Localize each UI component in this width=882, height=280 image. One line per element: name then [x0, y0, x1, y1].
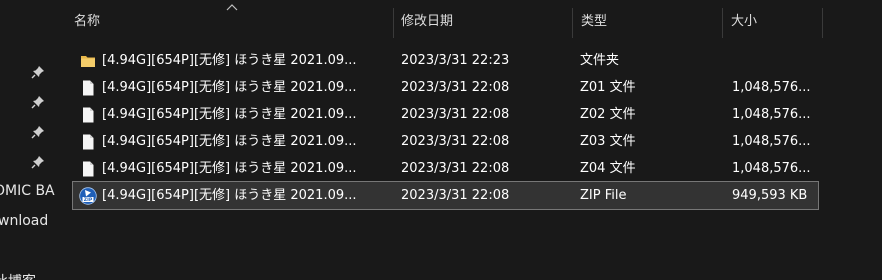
file-name: [4.94G][654P][无修] ほうき星 2021.09... — [102, 188, 357, 203]
file-size: 949,593 KB — [732, 188, 808, 203]
file-size: 1,048,576... — [732, 107, 811, 122]
file-name: [4.94G][654P][无修] ほうき星 2021.09... — [102, 53, 357, 68]
file-row[interactable]: [4.94G][654P][无修] ほうき星 2021.09... 2023/3… — [73, 155, 818, 182]
column-divider[interactable] — [822, 8, 823, 38]
file-size: 1,048,576... — [732, 161, 811, 176]
column-name[interactable]: 名称 — [74, 6, 100, 38]
file-icon — [79, 160, 97, 178]
file-size: 1,048,576... — [732, 80, 811, 95]
file-row[interactable]: [4.94G][654P][无修] ほうき星 2021.09... 2023/3… — [73, 128, 818, 155]
pin-icon[interactable] — [31, 155, 45, 169]
file-date: 2023/3/31 22:08 — [401, 134, 510, 149]
file-icon — [79, 133, 97, 151]
column-divider[interactable] — [722, 8, 723, 38]
file-icon — [79, 79, 97, 97]
folder-icon — [79, 52, 97, 70]
file-name: [4.94G][654P][无修] ほうき星 2021.09... — [102, 134, 357, 149]
column-divider[interactable] — [572, 8, 573, 38]
file-size: 1,048,576... — [732, 134, 811, 149]
file-date: 2023/3/31 22:08 — [401, 188, 510, 203]
file-name: [4.94G][654P][无修] ほうき星 2021.09... — [102, 80, 357, 95]
file-row-selected[interactable]: ZIP [4.94G][654P][无修] ほうき星 2021.09... 20… — [72, 181, 819, 210]
file-date: 2023/3/31 22:08 — [401, 161, 510, 176]
file-row[interactable]: [4.94G][654P][无修] ほうき星 2021.09... 2023/3… — [73, 101, 818, 128]
sort-ascending-icon — [226, 3, 238, 11]
file-name: [4.94G][654P][无修] ほうき星 2021.09... — [102, 161, 357, 176]
file-type: ZIP File — [580, 188, 627, 203]
file-type: Z03 文件 — [580, 134, 636, 149]
file-type: Z02 文件 — [580, 107, 636, 122]
file-size — [732, 47, 818, 74]
nav-item-blog[interactable]: 此博客 — [0, 271, 36, 280]
column-type[interactable]: 类型 — [581, 6, 607, 38]
pin-icon[interactable] — [31, 65, 45, 79]
pin-icon[interactable] — [31, 95, 45, 109]
file-row[interactable]: [4.94G][654P][无修] ほうき星 2021.09... 2023/3… — [73, 74, 818, 101]
file-date: 2023/3/31 22:23 — [401, 53, 510, 68]
file-row[interactable]: [4.94G][654P][无修] ほうき星 2021.09... 2023/3… — [73, 47, 818, 74]
column-divider[interactable] — [393, 8, 394, 38]
zip-icon: ZIP — [79, 187, 97, 205]
column-size[interactable]: 大小 — [731, 6, 757, 38]
column-header: 名称 修改日期 类型 大小 — [64, 0, 882, 38]
file-date: 2023/3/31 22:08 — [401, 107, 510, 122]
navigation-pane: OMIC BA wnload 此博客 — [0, 0, 64, 280]
file-type: Z01 文件 — [580, 80, 636, 95]
nav-item-download[interactable]: wnload — [0, 213, 48, 229]
column-date[interactable]: 修改日期 — [401, 6, 453, 38]
file-type: Z04 文件 — [580, 161, 636, 176]
file-type: 文件夹 — [580, 53, 620, 68]
file-date: 2023/3/31 22:08 — [401, 80, 510, 95]
nav-item-comic[interactable]: OMIC BA — [0, 183, 55, 199]
pin-icon[interactable] — [31, 125, 45, 139]
file-name: [4.94G][654P][无修] ほうき星 2021.09... — [102, 107, 357, 122]
svg-text:ZIP: ZIP — [84, 197, 93, 203]
file-icon — [79, 106, 97, 124]
